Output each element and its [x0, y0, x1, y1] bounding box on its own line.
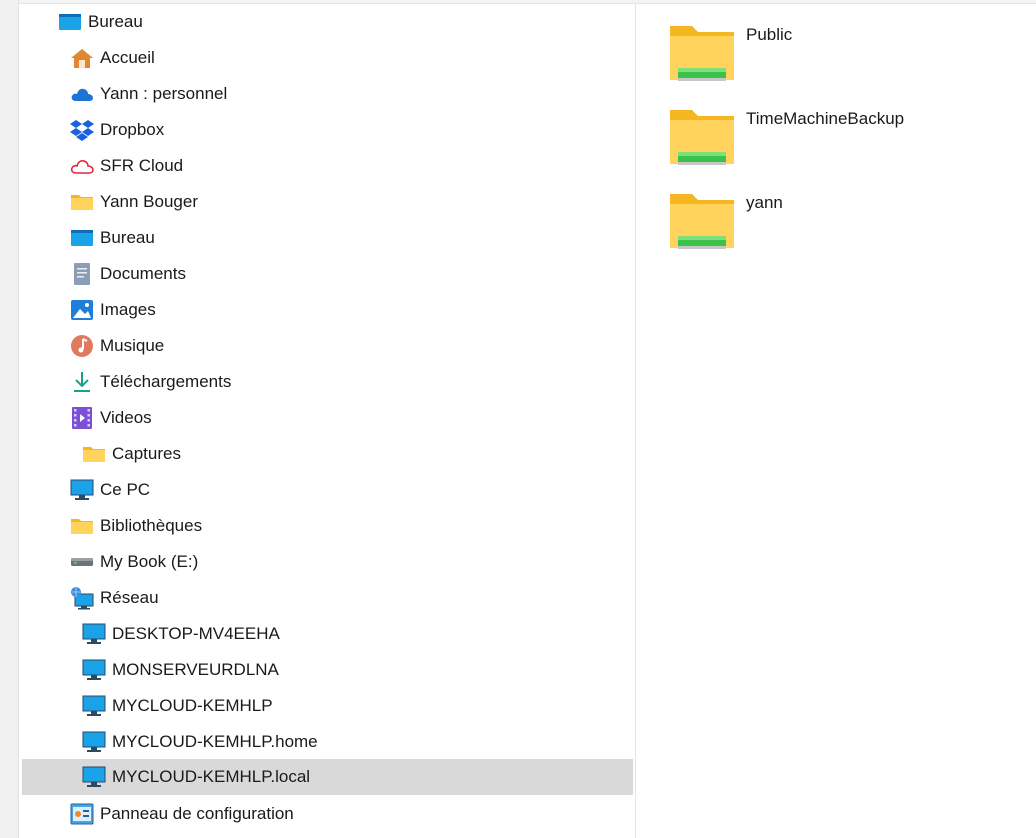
computer-icon — [82, 765, 106, 789]
computer-icon — [82, 694, 106, 718]
nav-item-videos[interactable]: Videos — [70, 400, 152, 436]
folder-name: yann — [746, 193, 783, 212]
nav-item-label: Documents — [100, 264, 186, 283]
onedrive-cloud-icon — [70, 82, 94, 106]
computer-icon — [70, 478, 94, 502]
videos-icon — [70, 406, 94, 430]
nav-item-label: MYCLOUD-KEMHLP.home — [112, 732, 318, 751]
computer-icon — [82, 622, 106, 646]
nav-item-musique[interactable]: Musique — [70, 328, 164, 364]
sfr-cloud-icon — [70, 154, 94, 178]
nav-item-label: MONSERVEURDLNA — [112, 660, 279, 679]
nav-item-onedrive-personal[interactable]: Yann : personnel — [70, 76, 227, 112]
nav-item-label: DESKTOP-MV4EEHA — [112, 624, 280, 643]
nav-item-bureau-root[interactable]: Bureau — [58, 4, 143, 40]
documents-icon — [70, 262, 94, 286]
nav-item-label: Images — [100, 300, 156, 319]
shared-folder-icon — [668, 22, 736, 86]
network-icon — [70, 586, 94, 610]
nav-item-label: Réseau — [100, 588, 159, 607]
nav-item-reseau[interactable]: Réseau — [70, 580, 159, 616]
nav-item-label: Dropbox — [100, 120, 165, 139]
desktop-icon — [70, 226, 94, 250]
desktop-icon — [58, 10, 82, 34]
nav-item-label: My Book (E:) — [100, 552, 199, 571]
window-left-edge — [0, 0, 19, 838]
pictures-icon — [70, 298, 94, 322]
home-icon — [70, 46, 94, 70]
nav-item-images[interactable]: Images — [70, 292, 156, 328]
nav-item-label: MYCLOUD-KEMHLP — [112, 696, 273, 715]
libraries-folder-icon — [70, 514, 94, 538]
control-panel-icon — [70, 802, 94, 826]
folder-tile-public[interactable]: Public — [668, 22, 1008, 94]
nav-item-user-folder[interactable]: Yann Bouger — [70, 184, 198, 220]
computer-icon — [82, 730, 106, 754]
nav-item-label: MYCLOUD-KEMHLP.local — [112, 767, 311, 786]
nav-item-label: Yann Bouger — [100, 192, 198, 211]
nav-item-label: Captures — [112, 444, 181, 463]
music-icon — [70, 334, 94, 358]
nav-item-label: Panneau de configuration — [100, 804, 294, 823]
dropbox-icon — [70, 118, 94, 142]
nav-item-label: Yann : personnel — [100, 84, 228, 103]
nav-item-label: Bibliothèques — [100, 516, 203, 535]
nav-item-label: SFR Cloud — [100, 156, 184, 175]
nav-item-accueil[interactable]: Accueil — [70, 40, 155, 76]
nav-item-telechargements[interactable]: Téléchargements — [70, 364, 231, 400]
nav-item-label: Musique — [100, 336, 165, 355]
folder-icon — [82, 442, 106, 466]
nav-item-panneau-de-configuration[interactable]: Panneau de configuration — [70, 796, 294, 832]
nav-item-label: Bureau — [88, 12, 143, 31]
folder-tile-yann[interactable]: yann — [668, 190, 1008, 262]
folder-name: Public — [746, 25, 793, 44]
nav-item-label: Videos — [100, 408, 152, 427]
folder-name: TimeMachineBackup — [746, 109, 905, 128]
nav-item-sfr-cloud[interactable]: SFR Cloud — [70, 148, 183, 184]
folder-tile-timemachinebackup[interactable]: TimeMachineBackup — [668, 106, 1008, 178]
shared-folder-icon — [668, 106, 736, 170]
nav-item-ce-pc[interactable]: Ce PC — [70, 472, 150, 508]
nav-item-label: Bureau — [100, 228, 155, 247]
nav-item-bureau[interactable]: Bureau — [70, 220, 155, 256]
nav-item-mycloud-kemhlp[interactable]: MYCLOUD-KEMHLP — [82, 688, 273, 724]
nav-item-documents[interactable]: Documents — [70, 256, 186, 292]
nav-item-label: Ce PC — [100, 480, 151, 499]
nav-item-mycloud-kemhlp-home[interactable]: MYCLOUD-KEMHLP.home — [82, 724, 318, 760]
nav-item-dropbox[interactable]: Dropbox — [70, 112, 164, 148]
nav-item-desktop-mv4eeha[interactable]: DESKTOP-MV4EEHA — [82, 616, 280, 652]
nav-item-mycloud-kemhlp-local[interactable]: MYCLOUD-KEMHLP.local — [22, 759, 633, 795]
drive-icon — [70, 550, 94, 574]
computer-icon — [82, 658, 106, 682]
nav-item-captures[interactable]: Captures — [82, 436, 181, 472]
folder-icon — [70, 190, 94, 214]
nav-item-label: Accueil — [100, 48, 155, 67]
download-icon — [70, 370, 94, 394]
nav-item-monserveurdlna[interactable]: MONSERVEURDLNA — [82, 652, 279, 688]
nav-item-bibliotheques[interactable]: Bibliothèques — [70, 508, 202, 544]
nav-item-my-book[interactable]: My Book (E:) — [70, 544, 198, 580]
shared-folder-icon — [668, 190, 736, 254]
nav-item-label: Téléchargements — [100, 372, 232, 391]
